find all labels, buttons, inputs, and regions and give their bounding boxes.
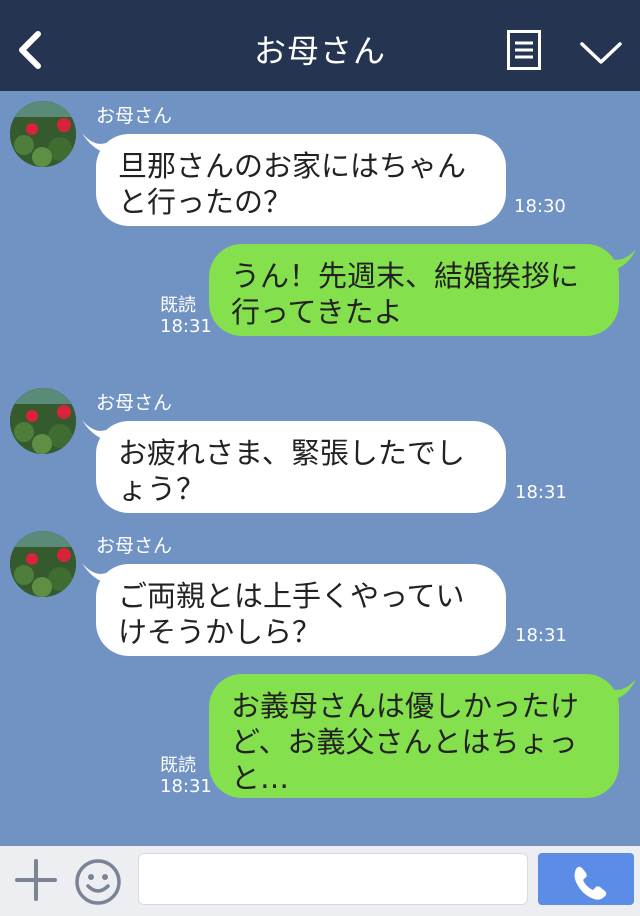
avatar[interactable] [10,388,76,454]
message-text: お義母さんは優しかったけ [231,689,580,723]
chat-header: お母さん [0,0,640,91]
message-text: と… [231,761,290,795]
rose-photo-icon [10,531,76,597]
message-time: 18:31 [160,776,212,797]
message-bubble[interactable]: 旦那さんのお家にはちゃん と行ったの？ [96,134,506,226]
message-text: けそうかしら？ [118,615,322,649]
composer-bar [0,846,640,916]
message-time: 18:31 [160,316,212,337]
message-time: 18:31 [515,625,567,646]
sender-name: お母さん [96,105,173,127]
call-button[interactable] [538,853,634,905]
bubble-tail [610,679,636,701]
message-text: ご両親とは上手くやってい [118,579,465,613]
message-input[interactable] [138,853,528,905]
message-time: 18:30 [514,196,566,217]
message-bubble[interactable]: お疲れさま、緊張したでし ょう？ [96,421,506,513]
message-text: うん！先週末、結婚挨拶に [231,259,580,293]
sender-name: お母さん [96,392,173,414]
message-text: お疲れさま、緊張したでし [118,436,465,470]
message-text: 旦那さんのお家にはちゃん [118,149,467,183]
smiley-icon[interactable] [74,858,122,906]
bubble-tail [610,249,636,271]
sender-name: お母さん [96,535,173,557]
message-bubble[interactable]: うん！先週末、結婚挨拶に 行ってきたよ [209,244,619,336]
message-text: と行ったの？ [118,185,293,219]
menu-icon[interactable] [507,30,541,70]
rose-photo-icon [10,388,76,454]
chevron-down-icon[interactable] [579,40,623,66]
avatar[interactable] [10,101,76,167]
message-time: 18:31 [515,482,567,503]
message-text: ど、お義父さんとはちょっ [231,725,578,759]
message-list[interactable]: お母さん 旦那さんのお家にはちゃん と行ったの？ 18:30 既読 18:31 … [0,91,640,846]
message-text: 行ってきたよ [231,295,403,329]
read-receipt: 既読 [160,295,196,316]
phone-icon [574,866,607,900]
message-text: ょう？ [118,472,206,506]
rose-photo-icon [10,101,76,167]
message-bubble[interactable]: お義母さんは優しかったけ ど、お義父さんとはちょっ と… [209,674,619,798]
message-bubble[interactable]: ご両親とは上手くやってい けそうかしら？ [96,564,506,656]
read-receipt: 既読 [160,755,196,776]
avatar[interactable] [10,531,76,597]
chat-title: お母さん [253,32,386,70]
plus-icon[interactable] [14,858,58,902]
